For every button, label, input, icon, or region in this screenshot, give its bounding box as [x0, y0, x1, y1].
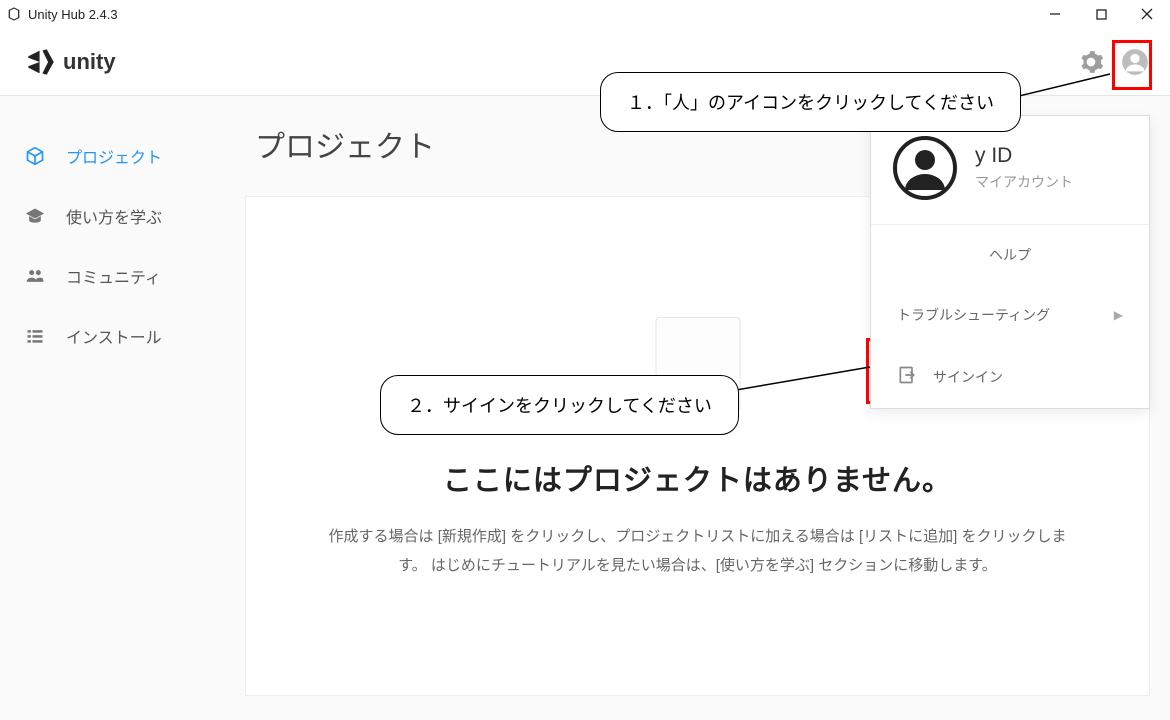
signin-icon [897, 365, 917, 388]
maximize-button[interactable] [1078, 0, 1124, 28]
avatar-icon [893, 136, 957, 200]
settings-button[interactable] [1074, 45, 1108, 79]
dropdown-id-title: y ID [975, 144, 1073, 168]
account-dropdown: y ID マイアカウント ヘルプ トラブルシューティング ▶ サインイン [870, 115, 1150, 409]
empty-heading: ここにはプロジェクトはありません。 [246, 457, 1149, 499]
sidebar-item-label: 使い方を学ぶ [66, 204, 162, 228]
gear-icon [1078, 49, 1104, 75]
sidebar-item-community[interactable]: コミュニティ [0, 246, 245, 306]
window-title: Unity Hub 2.4.3 [28, 7, 118, 22]
cube-icon [24, 146, 46, 166]
dropdown-header: y ID マイアカウント [871, 116, 1149, 225]
account-button[interactable] [1118, 45, 1152, 79]
user-icon [1121, 48, 1149, 76]
sidebar-item-installs[interactable]: インストール [0, 306, 245, 366]
brand-text: unity [63, 49, 116, 75]
dropdown-subtitle: マイアカウント [975, 172, 1073, 192]
close-button[interactable] [1124, 0, 1170, 28]
dropdown-item-help[interactable]: ヘルプ [871, 225, 1149, 285]
window-controls [1032, 0, 1170, 28]
sidebar-item-label: インストール [66, 324, 162, 348]
dropdown-item-signin[interactable]: サインイン [871, 345, 1149, 408]
callout-1: １．「人」のアイコンをクリックしてください [600, 72, 1021, 132]
dropdown-item-label: サインイン [933, 367, 1003, 387]
minimize-button[interactable] [1032, 0, 1078, 28]
titlebar: Unity Hub 2.4.3 [0, 0, 1170, 28]
sidebar-item-projects[interactable]: プロジェクト [0, 126, 245, 186]
chevron-right-icon: ▶ [1114, 308, 1123, 322]
list-icon [24, 326, 46, 346]
callout-2: ２．サイインをクリックしてください [380, 375, 739, 435]
sidebar-item-learn[interactable]: 使い方を学ぶ [0, 186, 245, 246]
sidebar: プロジェクト 使い方を学ぶ コミュニティ インストール [0, 96, 245, 720]
dropdown-item-label: トラブルシューティング [897, 305, 1050, 325]
unity-logo-icon [24, 45, 58, 79]
unity-logo: unity [24, 45, 116, 79]
dropdown-item-troubleshoot[interactable]: トラブルシューティング ▶ [871, 285, 1149, 345]
sidebar-item-label: コミュニティ [66, 264, 161, 288]
sidebar-item-label: プロジェクト [66, 144, 162, 168]
app-icon [6, 6, 22, 22]
graduation-icon [24, 206, 46, 226]
empty-description: 作成する場合は [新規作成] をクリックし、プロジェクトリストに加える場合は [… [246, 523, 1149, 580]
dropdown-item-label: ヘルプ [989, 245, 1031, 265]
people-icon [24, 266, 46, 286]
